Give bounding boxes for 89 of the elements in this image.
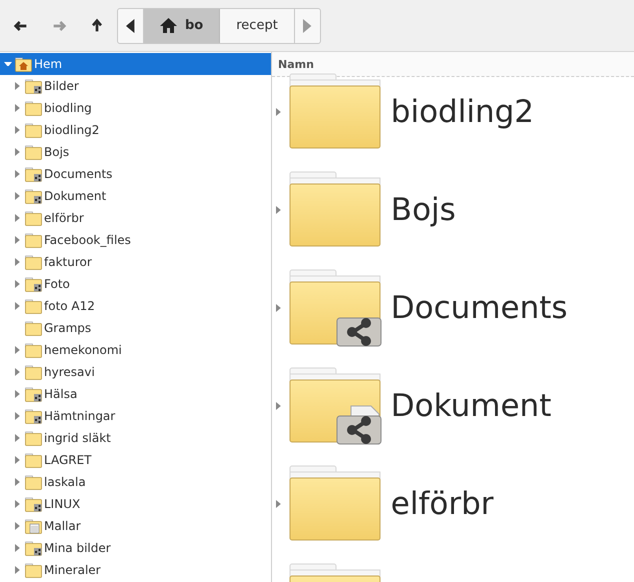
sidebar-item[interactable]: hemekonomi	[0, 339, 271, 361]
expander-icon[interactable]	[15, 500, 20, 508]
shared-folder-icon	[25, 540, 42, 556]
up-arrow-icon	[89, 18, 105, 34]
sidebar-item[interactable]: Mineraler	[0, 559, 271, 581]
sidebar-item[interactable]: Dokument	[0, 185, 271, 207]
sidebar-item[interactable]: laskala	[0, 471, 271, 493]
expander-icon[interactable]	[15, 258, 20, 266]
folder-icon	[25, 210, 42, 226]
left-triangle-icon[interactable]	[126, 18, 135, 32]
expander-icon[interactable]	[15, 346, 20, 354]
expander-icon[interactable]	[15, 368, 20, 376]
shared-folder-icon	[25, 386, 42, 402]
file-row[interactable]: Bojs	[272, 175, 634, 273]
folder-icon	[25, 430, 42, 446]
expander-icon[interactable]	[15, 236, 20, 244]
expander-icon[interactable]	[15, 434, 20, 442]
folder-icon	[25, 254, 42, 270]
folder-icon	[25, 122, 42, 138]
sidebar-item[interactable]: biodling2	[0, 119, 271, 141]
folder-icon	[25, 144, 42, 160]
sidebar-item[interactable]: LINUX	[0, 493, 271, 515]
sidebar-item[interactable]: Foto	[0, 273, 271, 295]
folder-icon	[25, 364, 42, 380]
path-button[interactable]: bo	[144, 8, 220, 42]
path-button[interactable]: recept	[220, 8, 294, 42]
shared-folder-icon	[25, 188, 42, 204]
expander-icon[interactable]	[15, 412, 20, 420]
sidebar-item[interactable]: Bojs	[0, 141, 271, 163]
expander-icon[interactable]	[15, 82, 20, 90]
expander-icon[interactable]	[276, 500, 281, 508]
expander-icon[interactable]	[15, 478, 20, 486]
expander-icon[interactable]	[276, 402, 281, 410]
expander-icon[interactable]	[15, 390, 20, 398]
shared-folder-icon	[25, 408, 42, 424]
home-icon	[160, 18, 177, 33]
folder-icon	[25, 100, 42, 116]
sidebar-item[interactable]: Hälsa	[0, 383, 271, 405]
folder-icon	[25, 232, 42, 248]
sidebar-item[interactable]: fakturor	[0, 251, 271, 273]
shared-folder-icon	[288, 268, 383, 348]
sidebar-item[interactable]: Gramps	[0, 317, 271, 339]
pictures-folder-icon	[25, 78, 42, 94]
home-folder-icon	[15, 56, 32, 72]
expander-icon[interactable]	[15, 104, 20, 112]
sidebar-item[interactable]: LAGRET	[0, 449, 271, 471]
sidebar-item[interactable]: Hämtningar	[0, 405, 271, 427]
shared-folder-icon	[25, 166, 42, 182]
column-header[interactable]: Namn	[272, 52, 634, 77]
expander-icon[interactable]	[15, 456, 20, 464]
expander-icon[interactable]	[15, 214, 20, 222]
shared-folder-icon	[288, 366, 383, 446]
folder-icon	[25, 452, 42, 468]
shared-folder-icon	[25, 496, 42, 512]
expander-icon[interactable]	[276, 206, 281, 214]
sidebar-item[interactable]: Mina bilder	[0, 537, 271, 559]
file-row[interactable]: elförbr	[272, 469, 634, 567]
expander-icon[interactable]	[276, 304, 281, 312]
expander-icon[interactable]	[15, 566, 20, 574]
expander-icon[interactable]	[15, 126, 20, 134]
folder-icon	[25, 474, 42, 490]
sidebar-item[interactable]: Mallar	[0, 515, 271, 537]
templates-folder-icon	[25, 518, 42, 534]
file-row[interactable]: Documents	[272, 273, 634, 371]
sidebar-item[interactable]: elförbr	[0, 207, 271, 229]
folder-icon	[25, 320, 42, 336]
sidebar-item[interactable]: foto A12	[0, 295, 271, 317]
expander-icon[interactable]	[15, 192, 20, 200]
sidebar-item[interactable]: Facebook_files	[0, 229, 271, 251]
folder-icon	[25, 342, 42, 358]
expander-icon[interactable]	[15, 522, 20, 530]
expander-icon[interactable]	[15, 302, 20, 310]
sidebar-item[interactable]: hyresavi	[0, 361, 271, 383]
sidebar-item[interactable]: Hem	[0, 53, 271, 75]
sidebar-item[interactable]: Documents	[0, 163, 271, 185]
expander-icon[interactable]	[15, 544, 20, 552]
file-row[interactable]: Dokument	[272, 371, 634, 469]
expander-icon[interactable]	[4, 62, 12, 66]
expander-icon[interactable]	[15, 148, 20, 156]
sidebar-item[interactable]: ingrid släkt	[0, 427, 271, 449]
shared-folder-icon	[25, 276, 42, 292]
sidebar-item[interactable]: Bilder	[0, 75, 271, 97]
folder-icon	[25, 298, 42, 314]
expander-icon[interactable]	[15, 170, 20, 178]
file-row[interactable]: biodling2	[272, 77, 634, 175]
expander-icon[interactable]	[276, 108, 281, 116]
sidebar-item[interactable]: biodling	[0, 97, 271, 119]
expander-icon[interactable]	[15, 280, 20, 288]
folder-icon	[25, 562, 42, 578]
